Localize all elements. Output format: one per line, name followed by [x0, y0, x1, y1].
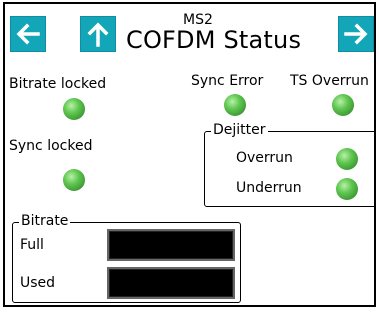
dejitter-title: Dejitter [211, 122, 268, 138]
page-title: COFDM Status [126, 26, 302, 54]
bitrate-used-field [107, 267, 235, 299]
bitrate-full-label: Full [20, 237, 44, 253]
next-button[interactable] [338, 16, 374, 52]
sync-error-label: Sync Error [191, 73, 264, 89]
bitrate-locked-label: Bitrate locked [9, 76, 107, 92]
bitrate-full-field [107, 229, 235, 261]
back-button[interactable] [10, 16, 46, 52]
bitrate-used-label: Used [20, 275, 56, 291]
bitrate-group: Bitrate Full Used [12, 213, 241, 303]
dejitter-underrun-label: Underrun [236, 180, 302, 196]
bitrate-locked-led [63, 98, 85, 120]
bitrate-title: Bitrate [19, 213, 71, 229]
sync-locked-led [63, 169, 85, 191]
dejitter-overrun-led [336, 148, 358, 170]
up-button[interactable] [80, 16, 116, 52]
arrow-left-icon [16, 23, 40, 45]
dejitter-overrun-label: Overrun [236, 150, 293, 166]
dejitter-underrun-led [336, 178, 358, 200]
ts-overrun-label: TS Overrun [290, 73, 369, 89]
arrow-up-icon [87, 22, 109, 47]
cofdm-status-panel: MS2 COFDM Status Bitrate locked Sync Err… [3, 2, 376, 307]
sync-error-led [224, 94, 246, 116]
dejitter-group: Dejitter Overrun Underrun [204, 122, 374, 207]
sync-locked-label: Sync locked [9, 138, 93, 154]
arrow-right-icon [344, 23, 368, 45]
ts-overrun-led [332, 94, 354, 116]
